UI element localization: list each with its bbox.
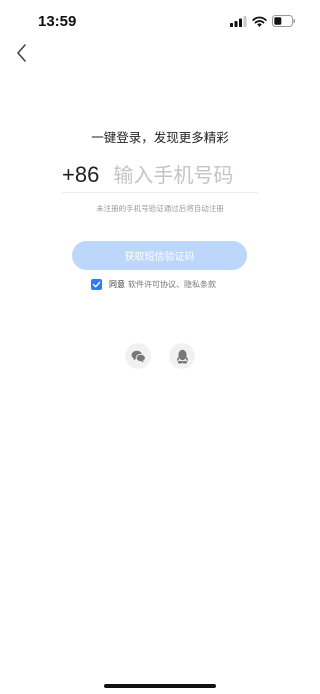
chevron-left-icon	[17, 44, 26, 62]
register-hint: 未注册的手机号验证通过后将自动注册	[96, 204, 224, 213]
status-icons	[230, 15, 296, 27]
phone-input[interactable]	[113, 163, 254, 187]
wifi-icon	[252, 16, 267, 27]
status-bar: 13:59	[0, 0, 320, 44]
status-time: 13:59	[38, 13, 77, 30]
wechat-icon	[131, 350, 146, 362]
cellular-signal-icon	[230, 15, 247, 27]
back-button[interactable]	[12, 42, 34, 64]
home-indicator[interactable]	[104, 684, 216, 688]
agreement-row: 同意 软件许可协议、隐私条款	[91, 279, 216, 290]
phone-row: +86	[62, 158, 258, 193]
qq-login-button[interactable]	[169, 343, 195, 369]
page-title: 一键登录，发现更多精彩	[91, 130, 229, 145]
agree-label: 同意	[109, 280, 125, 289]
country-code[interactable]: +86	[62, 162, 99, 188]
wechat-login-button[interactable]	[125, 343, 151, 369]
get-sms-code-button[interactable]: 获取短信验证码	[72, 241, 247, 270]
terms-link[interactable]: 软件许可协议、隐私条款	[128, 279, 216, 290]
qq-icon	[176, 349, 188, 363]
agree-checkbox[interactable]	[91, 279, 102, 290]
checkmark-icon	[92, 281, 101, 288]
battery-icon	[272, 15, 296, 27]
